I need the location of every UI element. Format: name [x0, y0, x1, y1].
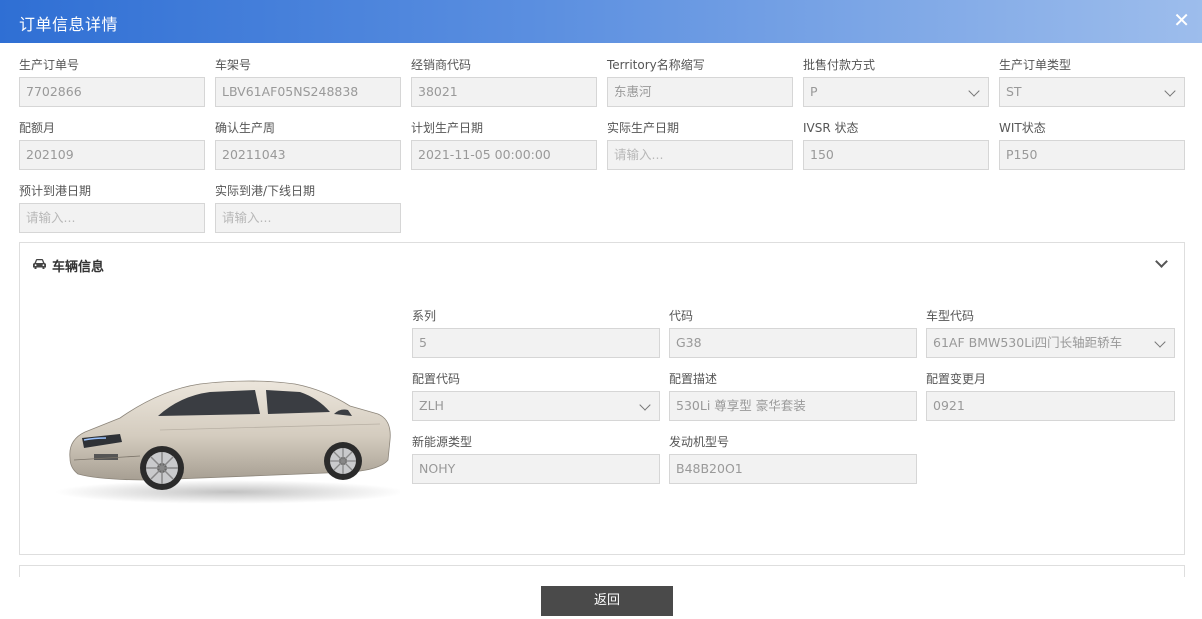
dialog-title-bar: 订单信息详情 ✕ — [0, 0, 1202, 43]
planned-date-input[interactable]: 2021-11-05 00:00:00 — [411, 140, 597, 170]
field-label: 预计到港日期 — [19, 184, 92, 198]
territory-input[interactable]: 东惠河 — [607, 77, 793, 107]
order-type-field: 生产订单类型 ST — [999, 57, 1185, 107]
series-input[interactable]: 5 — [412, 328, 660, 358]
car-icon — [33, 259, 46, 269]
config-change-month-input[interactable]: 0921 — [926, 391, 1175, 421]
field-label: 计划生产日期 — [411, 121, 484, 135]
series-field: 系列 5 — [412, 308, 660, 358]
model-code-field: 车型代码 61AF BMW530Li四门长轴距轿车 — [926, 308, 1175, 358]
field-label: 发动机型号 — [669, 435, 730, 449]
field-label: 车架号 — [215, 58, 252, 72]
select-value: ST — [1006, 84, 1022, 99]
vin-input[interactable]: LBV61AF05NS248838 — [215, 77, 401, 107]
quota-month-field: 配额月 202109 — [19, 120, 205, 170]
ivsr-status-input[interactable]: 150 — [803, 140, 989, 170]
order-type-select[interactable]: ST — [999, 77, 1185, 107]
config-code-select[interactable]: ZLH — [412, 391, 660, 421]
actual-production-date-field: 实际生产日期 请输入... — [607, 120, 793, 170]
field-label: 生产订单类型 — [999, 58, 1072, 72]
config-description-field: 配置描述 530Li 尊享型 豪华套装 — [669, 371, 917, 421]
next-panel-edge — [19, 565, 1185, 577]
chevron-down-icon — [968, 85, 980, 97]
eta-port-date-field: 预计到港日期 请输入... — [19, 183, 205, 233]
field-label: 配置描述 — [669, 372, 718, 386]
code-input[interactable]: G38 — [669, 328, 917, 358]
new-energy-type-input[interactable]: NOHY — [412, 454, 660, 484]
code-field: 代码 G38 — [669, 308, 917, 358]
payment-method-select[interactable]: P — [803, 77, 989, 107]
panel-title: 车辆信息 — [52, 260, 105, 275]
wit-status-field: WIT状态 P150 — [999, 120, 1185, 170]
dealer-code-field: 经销商代码 38021 — [411, 57, 597, 107]
field-label: 配额月 — [19, 121, 56, 135]
vehicle-info-panel: 车辆信息 系列 5 代码 G38 车型代码 61AF BMW530Li四门长轴距… — [19, 242, 1185, 555]
actual-production-date-input[interactable]: 请输入... — [607, 140, 793, 170]
ivsr-status-field: IVSR 状态 150 — [803, 120, 989, 170]
field-label: 实际生产日期 — [607, 121, 680, 135]
field-label: Territory名称缩写 — [607, 58, 705, 72]
field-label: 车型代码 — [926, 309, 975, 323]
field-label: 代码 — [669, 309, 694, 323]
chevron-down-icon[interactable] — [1155, 255, 1168, 268]
vin-field: 车架号 LBV61AF05NS248838 — [215, 57, 401, 107]
confirmed-week-field: 确认生产周 20211043 — [215, 120, 401, 170]
chevron-down-icon — [1154, 336, 1166, 348]
field-label: 生产订单号 — [19, 58, 80, 72]
confirmed-week-input[interactable]: 20211043 — [215, 140, 401, 170]
field-label: 确认生产周 — [215, 121, 276, 135]
actual-port-date-field: 实际到港/下线日期 请输入... — [215, 183, 401, 233]
field-label: 配置代码 — [412, 372, 461, 386]
field-label: 实际到港/下线日期 — [215, 184, 316, 198]
engine-model-field: 发动机型号 B48B20O1 — [669, 434, 917, 484]
field-label: 经销商代码 — [411, 58, 472, 72]
eta-port-date-input[interactable]: 请输入... — [19, 203, 205, 233]
config-change-month-field: 配置变更月 0921 — [926, 371, 1175, 421]
chevron-down-icon — [639, 399, 651, 411]
select-value: 61AF BMW530Li四门长轴距轿车 — [933, 335, 1123, 350]
field-label: WIT状态 — [999, 121, 1046, 135]
select-value: ZLH — [419, 398, 444, 413]
dealer-code-input[interactable]: 38021 — [411, 77, 597, 107]
wit-status-input[interactable]: P150 — [999, 140, 1185, 170]
back-button[interactable]: 返回 — [541, 586, 673, 616]
field-label: 配置变更月 — [926, 372, 987, 386]
config-description-input[interactable]: 530Li 尊享型 豪华套装 — [669, 391, 917, 421]
territory-field: Territory名称缩写 东惠河 — [607, 57, 793, 107]
production-order-no-field: 生产订单号 7702866 — [19, 57, 205, 107]
quota-month-input[interactable]: 202109 — [19, 140, 205, 170]
model-code-select[interactable]: 61AF BMW530Li四门长轴距轿车 — [926, 328, 1175, 358]
close-icon[interactable]: ✕ — [1173, 8, 1190, 32]
field-label: IVSR 状态 — [803, 121, 859, 135]
planned-date-field: 计划生产日期 2021-11-05 00:00:00 — [411, 120, 597, 170]
field-label: 系列 — [412, 309, 437, 323]
actual-port-date-input[interactable]: 请输入... — [215, 203, 401, 233]
field-label: 新能源类型 — [412, 435, 473, 449]
config-code-field: 配置代码 ZLH — [412, 371, 660, 421]
payment-method-field: 批售付款方式 P — [803, 57, 989, 107]
select-value: P — [810, 84, 818, 99]
production-order-no-input[interactable]: 7702866 — [19, 77, 205, 107]
car-image — [55, 380, 400, 504]
dialog-title: 订单信息详情 — [19, 15, 119, 34]
new-energy-type-field: 新能源类型 NOHY — [412, 434, 660, 484]
chevron-down-icon — [1164, 85, 1176, 97]
engine-model-input[interactable]: B48B20O1 — [669, 454, 917, 484]
field-label: 批售付款方式 — [803, 58, 876, 72]
